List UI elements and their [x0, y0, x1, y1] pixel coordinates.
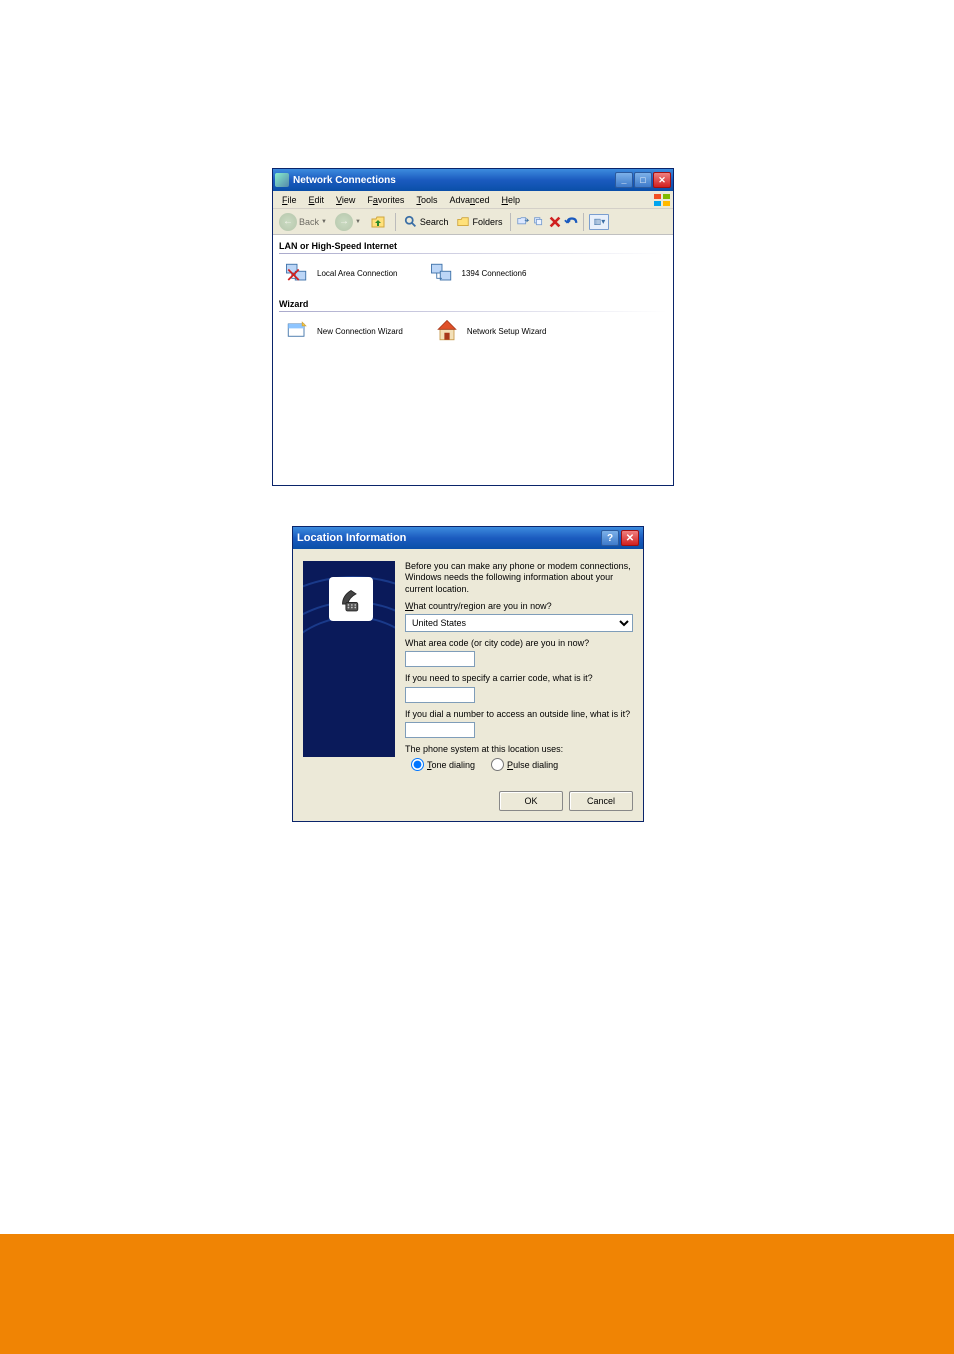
- menu-advanced[interactable]: Advanced: [444, 195, 494, 205]
- dropdown-icon: ▼: [321, 219, 327, 225]
- tone-radio-input[interactable]: [411, 758, 424, 771]
- folders-button[interactable]: Folders: [453, 213, 505, 231]
- page-footer-band: [0, 1234, 954, 1354]
- dialog-title: Location Information: [297, 532, 601, 544]
- network-setup-wizard-icon: [433, 317, 461, 345]
- menu-view[interactable]: View: [331, 195, 360, 205]
- windows-logo-icon: [653, 193, 671, 207]
- back-icon: ←: [279, 213, 297, 231]
- views-button[interactable]: ▥▾: [589, 214, 609, 230]
- pulse-dialing-radio[interactable]: Pulse dialing: [491, 758, 558, 771]
- phone-icon: [329, 577, 373, 621]
- maximize-button[interactable]: □: [634, 172, 652, 188]
- search-label: Search: [420, 217, 449, 227]
- dialog-sidebar-image: [303, 561, 395, 757]
- outside-line-input[interactable]: [405, 722, 475, 738]
- new-connection-wizard-label: New Connection Wizard: [317, 327, 403, 336]
- delete-icon[interactable]: [548, 215, 562, 229]
- folder-up-icon: [369, 213, 387, 231]
- areacode-input[interactable]: [405, 651, 475, 667]
- cancel-button[interactable]: Cancel: [569, 791, 633, 811]
- folders-label: Folders: [472, 217, 502, 227]
- back-button[interactable]: ← Back ▼: [276, 211, 330, 233]
- pulse-radio-input[interactable]: [491, 758, 504, 771]
- 1394-connection-label: 1394 Connection6: [462, 269, 527, 278]
- location-information-dialog: Location Information ? ✕ Before you can …: [292, 526, 644, 822]
- network-connections-window: Network Connections _ □ ✕ File Edit View…: [272, 168, 674, 486]
- areacode-label: What area code (or city code) are you in…: [405, 638, 633, 649]
- move-to-icon[interactable]: [516, 215, 530, 229]
- undo-icon[interactable]: [564, 215, 578, 229]
- network-setup-wizard-label: Network Setup Wizard: [467, 327, 547, 336]
- tone-label: Tone dialing: [427, 760, 475, 770]
- menu-file[interactable]: File: [277, 195, 302, 205]
- window-title: Network Connections: [293, 175, 615, 186]
- local-area-connection-item[interactable]: Local Area Connection: [283, 259, 398, 287]
- dialog-titlebar[interactable]: Location Information ? ✕: [293, 527, 643, 549]
- dialog-intro-text: Before you can make any phone or modem c…: [405, 561, 633, 595]
- dialog-close-button[interactable]: ✕: [621, 530, 639, 546]
- phone-system-label: The phone system at this location uses:: [405, 744, 633, 755]
- country-select[interactable]: United States: [405, 614, 633, 632]
- copy-to-icon[interactable]: [532, 215, 546, 229]
- window-titlebar[interactable]: Network Connections _ □ ✕: [273, 169, 673, 191]
- menu-edit[interactable]: Edit: [304, 195, 330, 205]
- network-setup-wizard-item[interactable]: Network Setup Wizard: [433, 317, 547, 345]
- pulse-label: Pulse dialing: [507, 760, 558, 770]
- content-pane: LAN or High-Speed Internet Local Area Co…: [273, 235, 673, 485]
- ok-button[interactable]: OK: [499, 791, 563, 811]
- country-label: What country/region are you in now?: [405, 601, 633, 612]
- menu-help[interactable]: Help: [497, 195, 526, 205]
- menu-bar: File Edit View Favorites Tools Advanced …: [273, 191, 673, 209]
- search-icon: [404, 215, 418, 229]
- menu-favorites[interactable]: Favorites: [362, 195, 409, 205]
- section-lan-header: LAN or High-Speed Internet: [279, 241, 667, 251]
- close-button[interactable]: ✕: [653, 172, 671, 188]
- toolbar: ← Back ▼ → ▼ Search: [273, 209, 673, 235]
- forward-icon: →: [335, 213, 353, 231]
- dropdown-icon: ▼: [355, 219, 361, 225]
- forward-button[interactable]: → ▼: [332, 211, 364, 233]
- carrier-label: If you need to specify a carrier code, w…: [405, 673, 633, 684]
- lan-connection-label: Local Area Connection: [317, 269, 398, 278]
- carrier-input[interactable]: [405, 687, 475, 703]
- tone-dialing-radio[interactable]: Tone dialing: [411, 758, 475, 771]
- new-connection-wizard-item[interactable]: New Connection Wizard: [283, 317, 403, 345]
- help-button[interactable]: ?: [601, 530, 619, 546]
- 1394-connection-item[interactable]: 1394 Connection6: [428, 259, 527, 287]
- section-wizard-header: Wizard: [279, 299, 667, 309]
- dialog-main-content: Before you can make any phone or modem c…: [405, 561, 633, 779]
- new-connection-wizard-icon: [283, 317, 311, 345]
- up-button[interactable]: [366, 211, 390, 233]
- outside-line-label: If you dial a number to access an outsid…: [405, 709, 633, 720]
- back-label: Back: [299, 217, 319, 227]
- search-button[interactable]: Search: [401, 213, 452, 231]
- folders-icon: [456, 215, 470, 229]
- menu-tools[interactable]: Tools: [411, 195, 442, 205]
- 1394-connection-icon: [428, 259, 456, 287]
- minimize-button[interactable]: _: [615, 172, 633, 188]
- lan-connection-icon: [283, 259, 311, 287]
- network-connections-icon: [275, 173, 289, 187]
